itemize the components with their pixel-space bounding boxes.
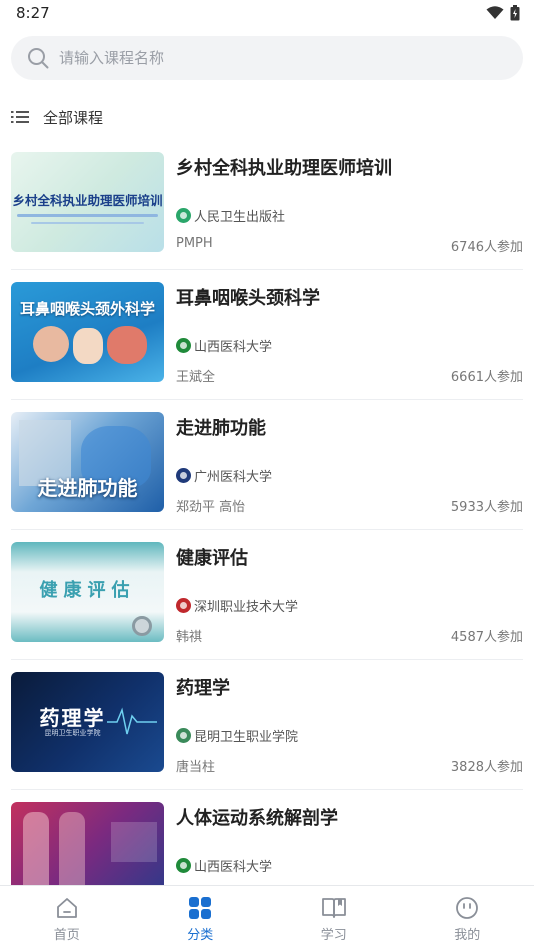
school: 深圳职业技术大学 [176, 596, 298, 615]
school: 人民卫生出版社 [176, 206, 285, 225]
bottom-nav: 首页 分类 学习 我的 [0, 885, 534, 950]
course-list: 乡村全科执业助理医师培训 乡村全科执业助理医师培训 人民卫生出版社 PMPH 6… [11, 140, 523, 885]
battery-icon [510, 5, 520, 21]
participant-count: 6661人参加 [450, 370, 523, 385]
course-thumbnail: 耳鼻咽喉头颈外科学 [11, 282, 164, 382]
search-bar[interactable] [11, 36, 523, 80]
nav-label-profile: 我的 [454, 928, 481, 943]
school: 昆明卫生职业学院 [176, 726, 298, 745]
school-name: 山西医科大学 [194, 860, 273, 875]
course-title: 乡村全科执业助理医师培训 [176, 158, 392, 179]
status-icons [486, 5, 520, 21]
course-item[interactable]: 健康评估 健康评估 深圳职业技术大学 韩祺 4587人参加 [11, 530, 523, 660]
smile-face-icon [456, 897, 479, 919]
thumbnail-title: 乡村全科执业助理医师培训 [12, 193, 163, 208]
participant-count: 6746人参加 [450, 240, 523, 255]
course-thumbnail [11, 802, 164, 885]
course-item[interactable]: 走进肺功能 走进肺功能 广州医科大学 郑劲平 高怡 5933人参加 [11, 400, 523, 530]
school-logo-icon [176, 858, 191, 873]
teacher-name: PMPH [176, 236, 213, 251]
category-label: 全部课程 [43, 108, 104, 127]
wifi-icon [486, 6, 504, 19]
course-title: 耳鼻咽喉头颈科学 [176, 288, 320, 309]
course-thumbnail: 乡村全科执业助理医师培训 [11, 152, 164, 252]
thumbnail-title: 健康评估 [39, 580, 136, 601]
school-name: 山西医科大学 [194, 340, 273, 355]
nav-item-category[interactable]: 分类 [134, 886, 268, 950]
course-item[interactable]: 耳鼻咽喉头颈外科学 耳鼻咽喉头颈科学 山西医科大学 王斌全 6661人参加 [11, 270, 523, 400]
nav-label-home: 首页 [53, 928, 80, 943]
course-title: 人体运动系统解剖学 [176, 808, 338, 829]
school-logo-icon [176, 728, 191, 743]
school-logo-icon [176, 338, 191, 353]
status-bar: 8:27 [0, 0, 534, 28]
status-time: 8:27 [16, 4, 50, 22]
participant-count: 5933人参加 [450, 500, 523, 515]
teacher-name: 王斌全 [176, 370, 216, 385]
school-logo-icon [176, 208, 191, 223]
course-item[interactable]: 人体运动系统解剖学 山西医科大学 [11, 790, 523, 885]
school: 山西医科大学 [176, 336, 272, 355]
school: 山西医科大学 [176, 856, 272, 875]
list-icon [11, 111, 29, 123]
school-name: 人民卫生出版社 [194, 210, 286, 225]
school-name: 深圳职业技术大学 [194, 600, 299, 615]
school-name: 广州医科大学 [194, 470, 273, 485]
course-title: 走进肺功能 [176, 418, 266, 439]
nav-label-category: 分类 [187, 928, 214, 943]
school-logo-icon [176, 468, 191, 483]
category-header[interactable]: 全部课程 [11, 104, 103, 130]
course-title: 药理学 [176, 678, 230, 699]
category-grid-icon [189, 897, 212, 919]
school-logo-icon [176, 598, 191, 613]
school-name: 昆明卫生职业学院 [194, 730, 299, 745]
course-thumbnail: 药理学 昆明卫生职业学院 [11, 672, 164, 772]
teacher-name: 唐当柱 [176, 760, 216, 775]
thumbnail-title: 耳鼻咽喉头颈外科学 [19, 300, 155, 318]
course-title: 健康评估 [176, 548, 248, 569]
thumbnail-title: 走进肺功能 [37, 476, 138, 500]
nav-item-home[interactable]: 首页 [0, 886, 134, 950]
nav-item-profile[interactable]: 我的 [401, 886, 534, 950]
participant-count: 3828人参加 [450, 760, 523, 775]
course-item[interactable]: 药理学 昆明卫生职业学院 药理学 昆明卫生职业学院 唐当柱 3828人参加 [11, 660, 523, 790]
book-icon [321, 898, 346, 918]
course-thumbnail: 走进肺功能 [11, 412, 164, 512]
participant-count: 4587人参加 [450, 630, 523, 645]
nav-label-study: 学习 [320, 928, 347, 943]
home-icon [56, 898, 77, 918]
course-thumbnail: 健康评估 [11, 542, 164, 642]
course-item[interactable]: 乡村全科执业助理医师培训 乡村全科执业助理医师培训 人民卫生出版社 PMPH 6… [11, 140, 523, 270]
search-icon [28, 48, 49, 69]
search-input[interactable] [59, 49, 479, 67]
teacher-name: 郑劲平 高怡 [176, 500, 246, 515]
teacher-name: 韩祺 [176, 630, 203, 645]
nav-item-study[interactable]: 学习 [267, 886, 401, 950]
school: 广州医科大学 [176, 466, 272, 485]
